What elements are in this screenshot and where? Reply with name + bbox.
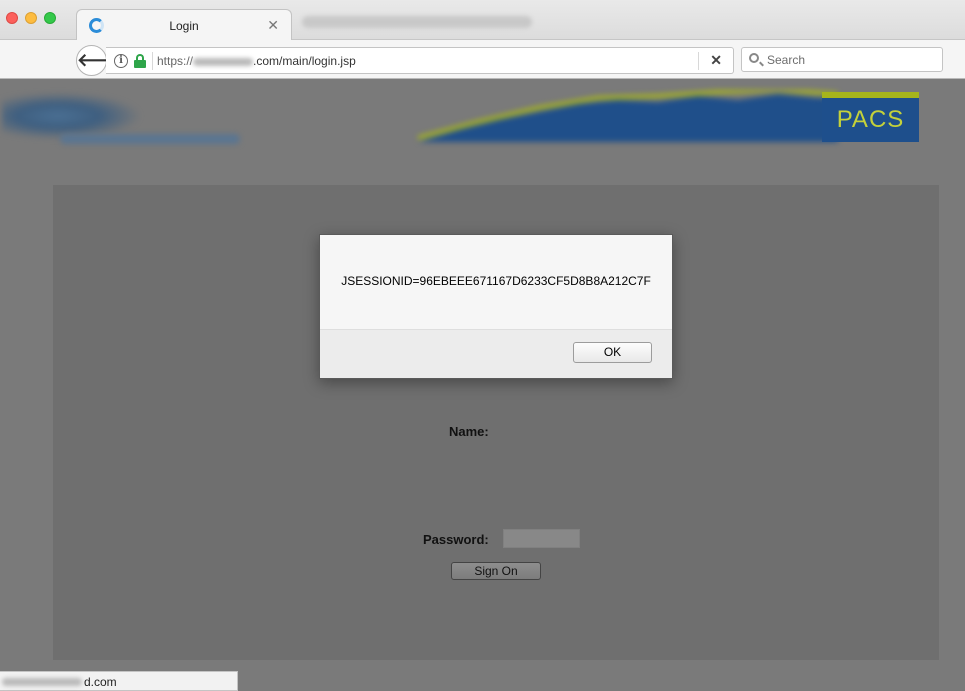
url-path: .com/main/login.jsp [253, 54, 356, 68]
info-icon[interactable]: i [114, 54, 128, 68]
password-field[interactable] [503, 529, 580, 548]
logo-graphic [2, 92, 142, 140]
pacs-brand-box: PACS [822, 92, 919, 142]
navigation-bar: 🡐 i https:// .com/main/login.jsp ✕ Search [0, 40, 965, 79]
title-bar: Login ✕ [0, 0, 965, 41]
url-redacted-host [193, 57, 254, 66]
stop-loading-icon[interactable]: ✕ [710, 52, 722, 69]
tab-login[interactable]: Login ✕ [76, 9, 292, 41]
alert-dialog: JSESSIONID=96EBEEE671167D6233CF5D8B8A212… [319, 234, 673, 379]
search-input[interactable]: Search [741, 47, 943, 72]
ok-button[interactable]: OK [573, 342, 652, 363]
tab-title: Login [169, 19, 199, 33]
name-label: Name: [449, 424, 489, 439]
pacs-brand-label: PACS [836, 106, 905, 133]
back-button[interactable]: 🡐 [76, 45, 125, 76]
web-page: PACS Please try again. Name: Password: S… [0, 80, 965, 691]
tab-close-icon[interactable]: ✕ [267, 17, 279, 34]
alert-message: JSESSIONID=96EBEEE671167D6233CF5D8B8A212… [341, 274, 651, 288]
password-label: Password: [423, 532, 489, 547]
search-icon [749, 53, 759, 63]
url-divider [698, 52, 699, 70]
tab-inactive[interactable] [302, 16, 532, 28]
banner-wave-graphic [418, 90, 838, 142]
close-window-button[interactable] [6, 12, 18, 24]
status-url-text: d.com [84, 675, 117, 689]
lock-icon[interactable] [134, 54, 146, 68]
url-text[interactable]: https:// .com/main/login.jsp [157, 54, 356, 68]
company-logo [0, 88, 240, 148]
url-separator [152, 52, 153, 70]
search-placeholder: Search [767, 53, 806, 67]
minimize-window-button[interactable] [25, 12, 37, 24]
status-bar: d.com [0, 671, 238, 691]
status-redacted-host [2, 678, 82, 686]
url-bar[interactable]: i https:// .com/main/login.jsp ✕ [106, 47, 734, 74]
zoom-window-button[interactable] [44, 12, 56, 24]
sign-on-button[interactable]: Sign On [451, 562, 541, 580]
alert-footer: OK [320, 329, 672, 378]
logo-tagline-redacted [60, 134, 240, 144]
url-scheme: https:// [157, 54, 194, 68]
